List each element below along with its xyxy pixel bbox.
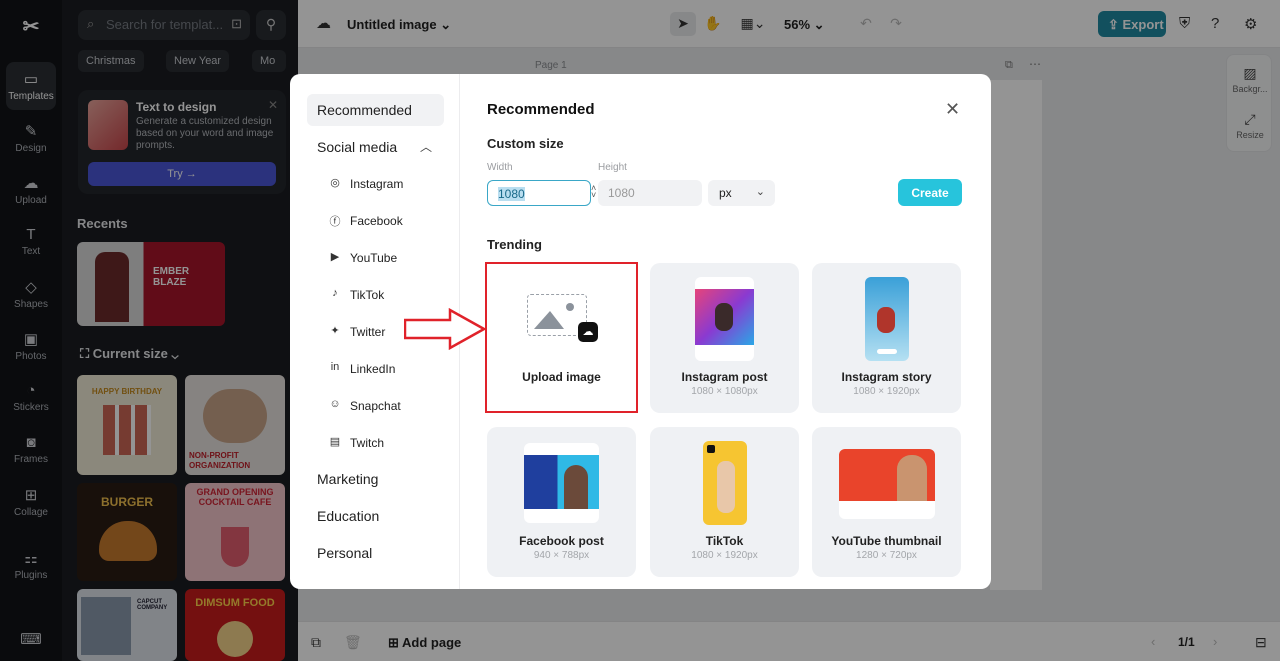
nav-label: YouTube xyxy=(350,251,398,265)
nav-label: Social media xyxy=(317,139,398,155)
unit-value: px xyxy=(719,186,732,200)
height-input[interactable]: 1080 xyxy=(598,180,702,206)
nav-label: Twitter xyxy=(350,325,386,339)
nav-label: Recommended xyxy=(317,102,412,118)
nav-twitter[interactable]: ✦ Twitter xyxy=(328,322,385,344)
nav-social-media[interactable]: Social media ︿ xyxy=(307,131,444,163)
skier-figure xyxy=(877,307,895,333)
card-title: Facebook post xyxy=(519,534,604,548)
nav-facebook[interactable]: ⓕ Facebook xyxy=(328,211,403,233)
chevron-up-icon: ︿ xyxy=(419,140,432,154)
nav-personal[interactable]: Personal xyxy=(307,537,444,569)
tiktok-icon xyxy=(707,445,715,453)
linkedin-icon: in xyxy=(330,361,340,373)
card-size: 1080 × 1080px xyxy=(691,386,758,397)
chevron-down-icon: ⌄ xyxy=(755,186,765,198)
snapchat-icon: ☺ xyxy=(329,398,341,410)
card-title: Instagram story xyxy=(841,370,932,384)
man-figure xyxy=(897,455,927,501)
upload-highlight-box xyxy=(485,262,638,413)
width-input[interactable]: 1080 xyxy=(487,180,591,206)
card-size: 1080 × 1920px xyxy=(853,386,920,397)
nav-label: Instagram xyxy=(350,177,404,191)
instagram-story-preview xyxy=(865,277,909,361)
nav-label: Marketing xyxy=(317,471,379,487)
card-title: YouTube thumbnail xyxy=(831,534,942,548)
create-button[interactable]: Create xyxy=(898,179,962,206)
instagram-post-preview xyxy=(695,277,754,361)
story-reply-bar xyxy=(877,349,897,354)
card-size: 940 × 788px xyxy=(533,550,590,561)
nav-linkedin[interactable]: in LinkedIn xyxy=(328,359,396,381)
nav-tiktok[interactable]: ♪ TikTok xyxy=(328,285,384,307)
nav-education[interactable]: Education xyxy=(307,500,444,532)
tiktok-icon: ♪ xyxy=(332,287,338,299)
instagram-story-card[interactable]: Instagram story 1080 × 1920px xyxy=(812,263,961,413)
facebook-icon: ⓕ xyxy=(329,216,341,228)
nav-recommended[interactable]: Recommended xyxy=(307,94,444,126)
width-label: Width xyxy=(487,162,513,173)
card-size: 1080 × 1920px xyxy=(691,550,758,561)
unit-select[interactable]: px ⌄ xyxy=(708,180,775,206)
red-arrow-icon xyxy=(404,308,486,350)
trending-heading: Trending xyxy=(487,237,542,252)
nav-marketing[interactable]: Marketing xyxy=(307,463,444,495)
woman-figure xyxy=(717,461,735,513)
close-icon[interactable]: ✕ xyxy=(945,99,960,120)
youtube-thumbnail-preview xyxy=(839,449,935,519)
tiktok-card[interactable]: TikTok 1080 × 1920px xyxy=(650,427,799,577)
twitter-icon: ✦ xyxy=(330,325,340,337)
nav-twitch[interactable]: ▤ Twitch xyxy=(328,433,384,455)
height-placeholder: 1080 xyxy=(608,186,635,200)
card-title: TikTok xyxy=(705,534,744,548)
instagram-icon: ◎ xyxy=(330,177,340,189)
card-title: Instagram post xyxy=(681,370,768,384)
card-size: 1280 × 720px xyxy=(856,550,917,561)
width-value: 1080 xyxy=(498,187,525,201)
nav-label: LinkedIn xyxy=(350,362,396,376)
facebook-post-preview xyxy=(524,443,599,523)
facebook-post-card[interactable]: Facebook post 940 × 788px xyxy=(487,427,636,577)
nav-label: Education xyxy=(317,508,380,524)
woman-figure xyxy=(564,465,588,509)
youtube-icon: ▶ xyxy=(330,251,340,263)
nav-label: Facebook xyxy=(350,214,403,228)
instagram-post-card[interactable]: Instagram post 1080 × 1080px xyxy=(650,263,799,413)
nav-instagram[interactable]: ◎ Instagram xyxy=(328,174,403,196)
nav-label: Twitch xyxy=(350,436,385,450)
modal-title: Recommended xyxy=(487,101,595,118)
nav-snapchat[interactable]: ☺ Snapchat xyxy=(328,396,401,418)
twitch-icon: ▤ xyxy=(329,436,341,448)
youtube-thumbnail-card[interactable]: YouTube thumbnail 1280 × 720px xyxy=(812,427,961,577)
nav-youtube[interactable]: ▶ YouTube xyxy=(328,248,397,270)
tiktok-preview xyxy=(703,441,747,525)
height-label: Height xyxy=(598,162,627,173)
nav-label: TikTok xyxy=(350,288,385,302)
width-stepper[interactable]: ˄ ˅ xyxy=(591,184,596,200)
skier-figure xyxy=(715,303,733,331)
new-design-modal: Recommended Social media ︿ ◎ Instagram ⓕ F… xyxy=(290,74,991,589)
custom-size-heading: Custom size xyxy=(487,136,564,151)
nav-label: Snapchat xyxy=(350,399,401,413)
nav-label: Personal xyxy=(317,545,373,561)
